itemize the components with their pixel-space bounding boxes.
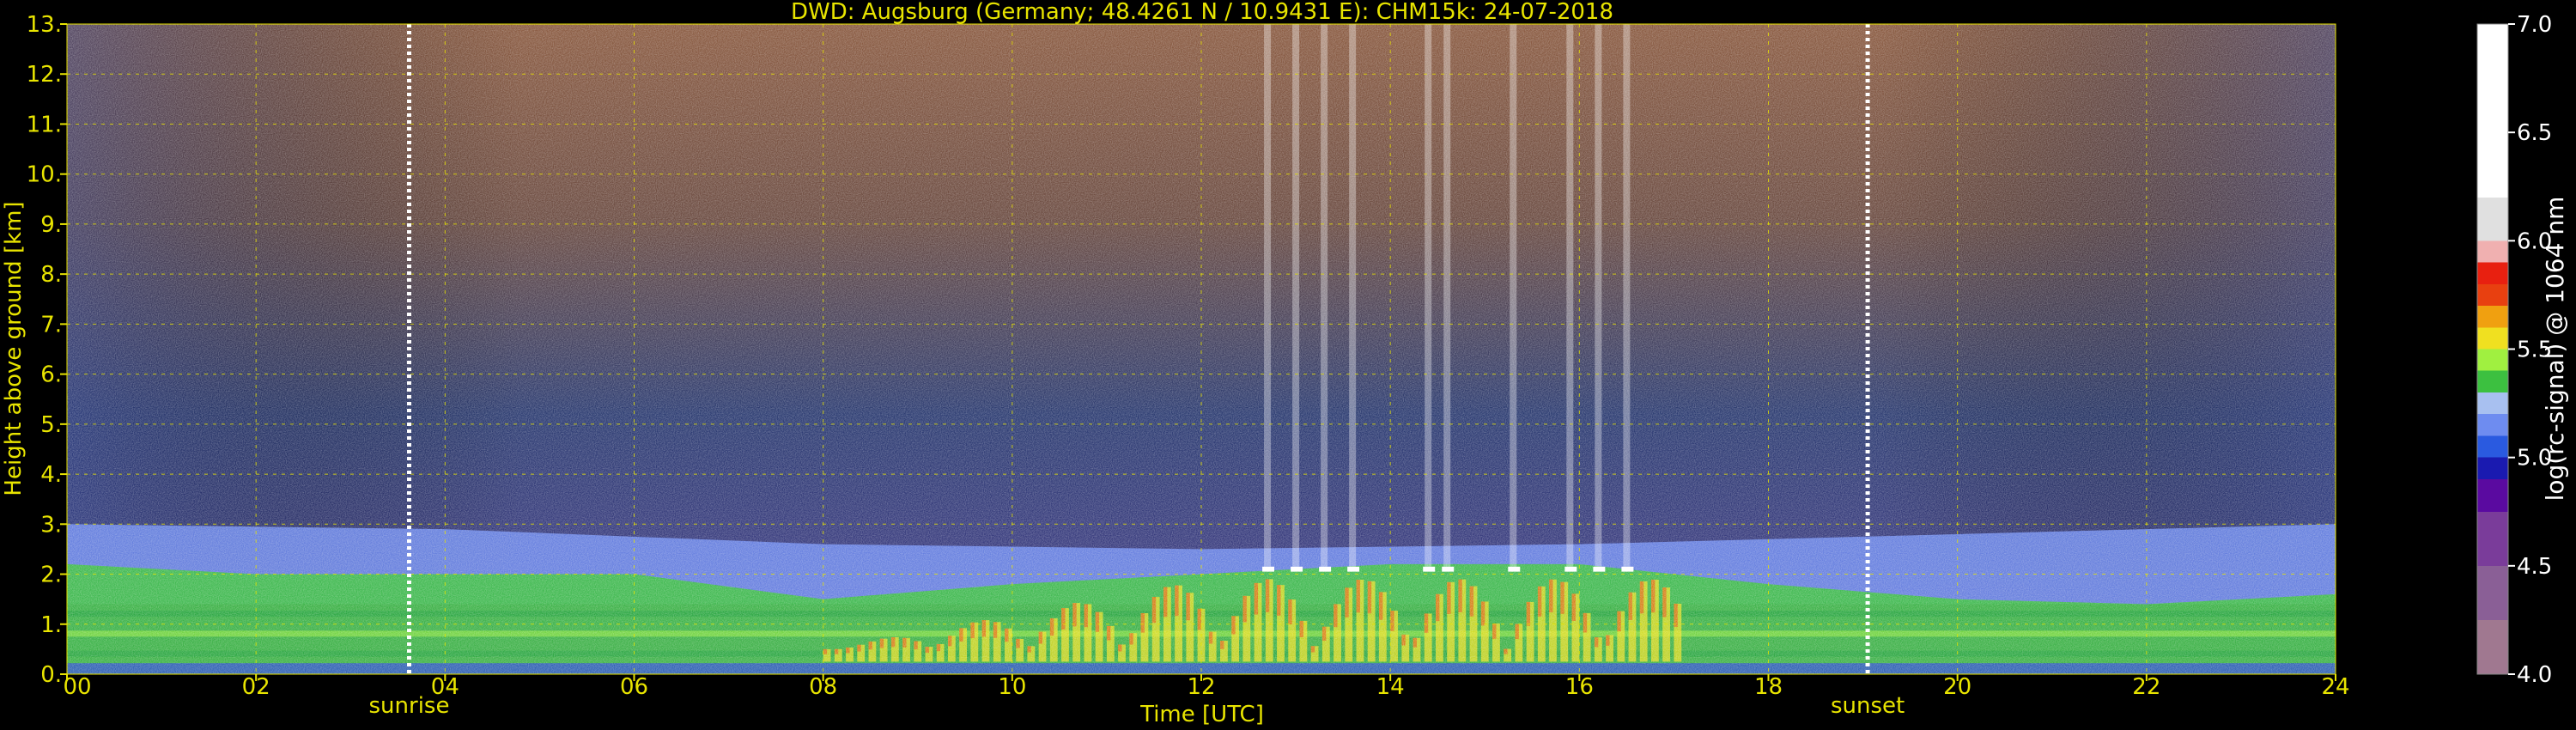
sunrise-label: sunrise <box>369 693 450 719</box>
y-tick-label: 10. <box>27 162 62 188</box>
sun-marker-labels: sunrise sunset <box>369 693 1905 719</box>
x-tick-label: 16 <box>1565 674 1594 700</box>
x-tick-label: 12 <box>1187 674 1215 700</box>
y-tick-label: 12. <box>27 62 62 88</box>
x-tick-label: 20 <box>1943 674 1971 700</box>
x-tick-label: 00 <box>63 674 91 700</box>
x-tick-label: 14 <box>1376 674 1405 700</box>
colorbar-tick-label: 4.0 <box>2517 662 2552 688</box>
y-tick-label: 13. <box>27 12 62 38</box>
y-tick-label: 4. <box>40 462 62 488</box>
plot-area <box>67 24 2336 674</box>
x-axis-label: Time [UTC] <box>1139 702 1264 727</box>
x-tick-label: 22 <box>2132 674 2160 700</box>
y-tick-label: 7. <box>40 312 62 338</box>
sunset-label: sunset <box>1831 693 1905 719</box>
x-tick-label: 24 <box>2321 674 2349 700</box>
colorbar-strip <box>2476 23 2509 675</box>
chart-title: DWD: Augsburg (Germany; 48.4261 N / 10.9… <box>791 0 1613 25</box>
colorbar: 4.04.55.05.56.06.57.0 log(rc-signal) @ 1… <box>2476 12 2569 688</box>
x-tick-label: 18 <box>1754 674 1783 700</box>
y-tick-label: 9. <box>40 212 62 238</box>
colorbar-label: log(rc-signal) @ 1064 nm <box>2541 197 2569 502</box>
y-tick-label: 6. <box>40 362 62 388</box>
y-tick-label: 8. <box>40 262 62 288</box>
y-tick-label: 3. <box>40 512 62 538</box>
y-tick-label: 1. <box>40 612 62 638</box>
colorbar-tick-label: 6.5 <box>2517 120 2552 146</box>
y-tick-label: 11. <box>27 112 62 137</box>
x-tick-label: 06 <box>620 674 648 700</box>
y-tick-label: 5. <box>40 412 62 438</box>
ceilometer-chart: 0.1.2.3.4.5.6.7.8.9.10.11.12.13. 00 02 04 0… <box>1 0 2569 727</box>
x-tick-label: 08 <box>809 674 837 700</box>
colorbar-tick-label: 7.0 <box>2517 12 2552 38</box>
y-tick-labels: 0. 1. 2. 3. 4. 5. 6. 7. 8. 9. 10. 11. 12. 13. <box>27 12 67 688</box>
y-tick-label: 2. <box>40 563 62 588</box>
y-tick-label: 0. <box>40 662 62 688</box>
y-axis-label: Height above ground [km] <box>1 201 27 496</box>
colorbar-tick-label: 4.5 <box>2517 554 2552 580</box>
x-tick-label: 02 <box>242 674 270 700</box>
x-tick-label: 10 <box>998 674 1026 700</box>
